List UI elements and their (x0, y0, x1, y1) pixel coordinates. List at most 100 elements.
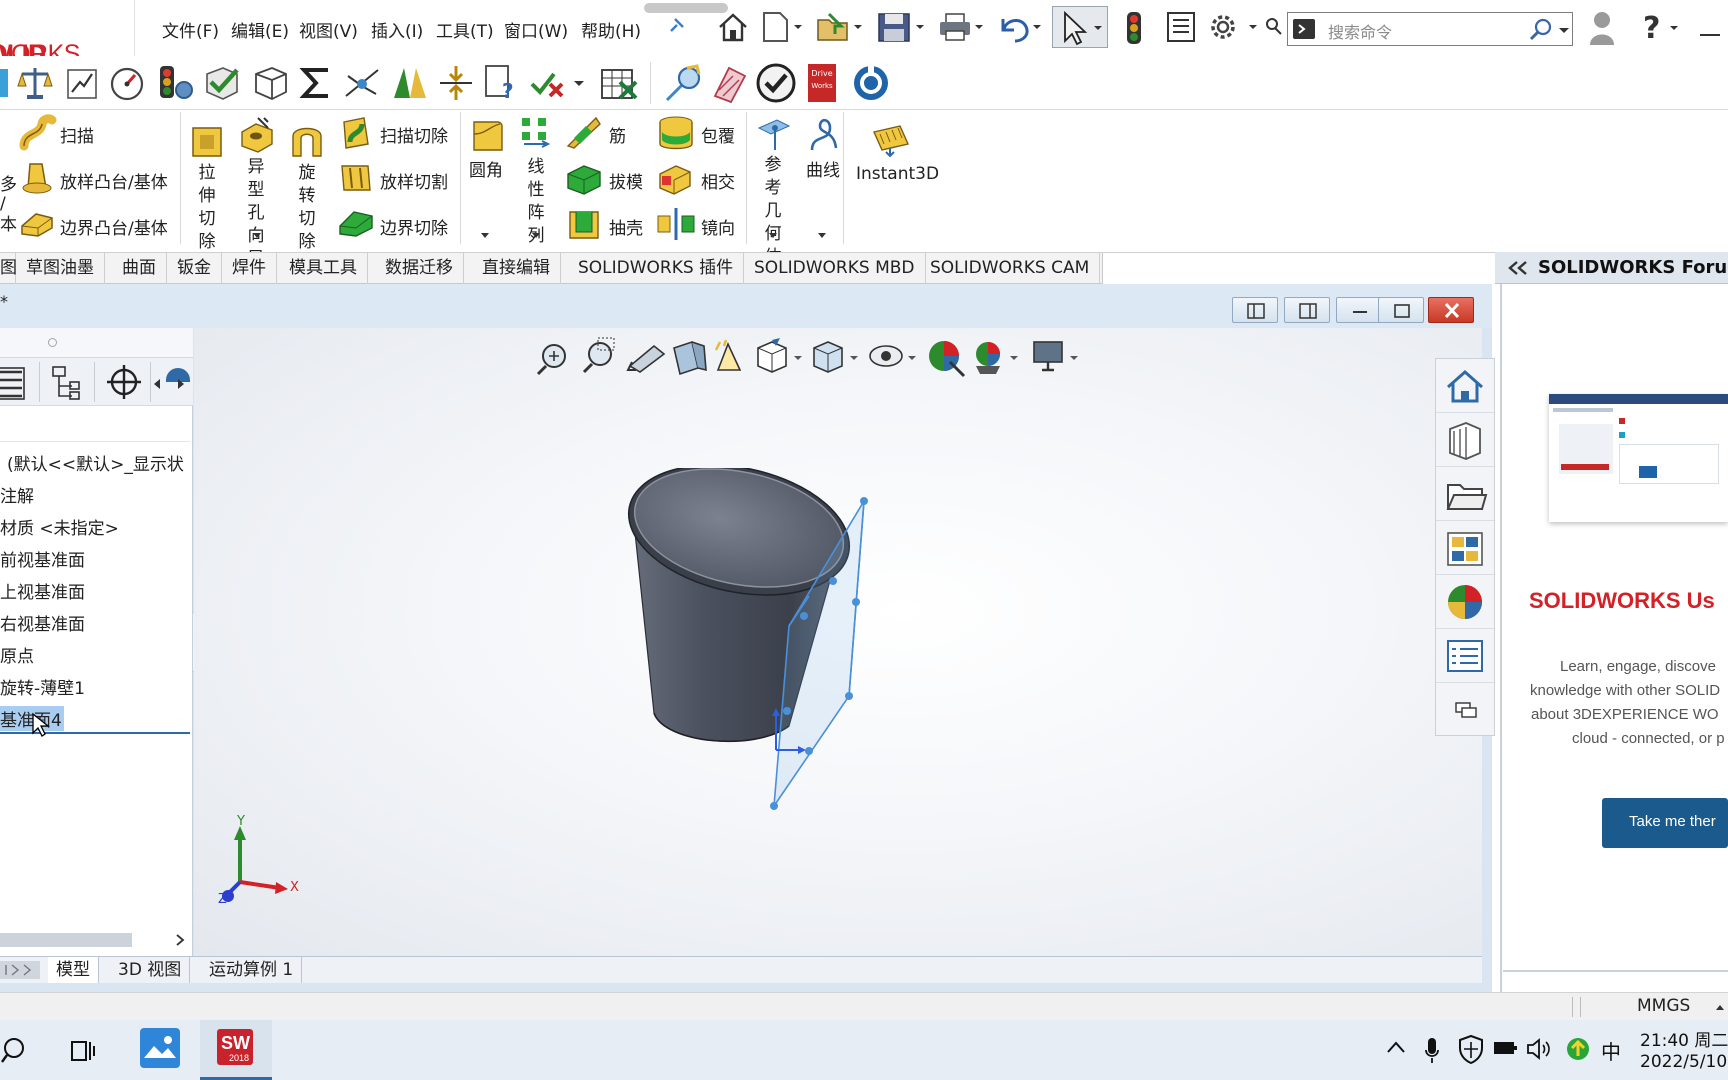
solidworks-logo[interactable]: OLIDWORKS (0, 0, 135, 68)
volume-speaker-icon[interactable] (1526, 1036, 1552, 1062)
tree-item-front-plane[interactable]: 前视基准面 (0, 546, 85, 571)
fillet-icon[interactable] (470, 116, 504, 154)
section-properties-icon[interactable] (709, 62, 751, 104)
mirror-label[interactable]: 镜向 (701, 214, 735, 239)
user-icon[interactable] (1587, 9, 1617, 47)
loft-cut-label[interactable]: 放样切割 (380, 168, 448, 193)
chevron-down-icon[interactable] (1558, 27, 1570, 35)
new-document-icon[interactable] (760, 10, 804, 44)
search-command-box[interactable]: 搜索命令 (1287, 12, 1573, 46)
property-manager-tab-icon[interactable] (50, 364, 82, 400)
tab-motion-study-1[interactable]: 运动算例 1 (201, 957, 303, 983)
chevron-down-icon[interactable] (252, 232, 262, 240)
tab-3d-views[interactable]: 3D 视图 (110, 957, 191, 983)
search-command-toggle-icon[interactable] (1265, 16, 1285, 38)
clock-time[interactable]: 21:40 周二 (1640, 1026, 1728, 1051)
driveworks-icon[interactable]: Drive Works (806, 62, 838, 104)
solidworks-taskbar-button[interactable]: SW 2018 (200, 1020, 272, 1080)
graphics-viewport[interactable]: Y X Z (194, 328, 1482, 956)
ime-status-icon[interactable] (1565, 1036, 1591, 1062)
check-model-icon[interactable] (201, 62, 243, 104)
mass-properties-icon[interactable] (0, 65, 12, 101)
tab-mold-tools[interactable]: 模具工具 (279, 253, 368, 284)
wrap-icon[interactable] (656, 114, 696, 152)
tab-surfaces[interactable]: 曲面 (112, 253, 167, 284)
design-checker-icon[interactable]: ? (482, 62, 522, 104)
rebuild-traffic-light-icon[interactable] (1122, 10, 1146, 46)
curves-label[interactable]: 曲线 (806, 156, 840, 181)
panel-horizontal-scrollbar[interactable] (0, 930, 190, 950)
menu-tools[interactable]: 工具(T) (436, 17, 494, 42)
panel-scroll-right-icon[interactable] (176, 378, 186, 390)
help-icon[interactable]: ? (1640, 10, 1684, 44)
tree-item-revolve-thin[interactable]: 旋转-薄壁1 (0, 674, 85, 699)
balance-icon[interactable] (16, 64, 54, 102)
sweep-cut-icon[interactable] (338, 114, 374, 152)
file-properties-icon[interactable] (1164, 10, 1198, 44)
appearances-scenes-icon[interactable] (1436, 575, 1494, 629)
rib-label[interactable]: 筋 (609, 122, 626, 147)
wrap-label[interactable]: 包覆 (701, 122, 735, 147)
menu-edit[interactable]: 编辑(E) (231, 17, 289, 42)
options-gear-icon[interactable] (1205, 9, 1261, 45)
forum-chat-icon[interactable] (1436, 683, 1494, 737)
compare-documents-icon[interactable] (528, 62, 588, 104)
minimize-icon[interactable] (1700, 34, 1720, 36)
mirror-icon[interactable] (656, 206, 696, 242)
sweep-icon[interactable] (18, 114, 58, 152)
tile-horizontal-button[interactable] (1284, 297, 1330, 323)
performance-gauge-icon[interactable] (108, 64, 146, 102)
task-view-icon[interactable] (70, 1036, 100, 1066)
evaluate-check-icon[interactable] (755, 62, 797, 104)
draft-icon[interactable] (566, 160, 602, 196)
panel-scroll-left-icon[interactable] (152, 378, 162, 390)
clock-date[interactable]: 2022/5/10 (1640, 1052, 1727, 1072)
tile-vertical-button[interactable] (1232, 297, 1278, 323)
tree-item-right-plane[interactable]: 右视基准面 (0, 610, 85, 635)
tab-scroll-arrows[interactable] (0, 961, 40, 979)
photos-app-icon[interactable] (140, 1028, 180, 1068)
print-icon[interactable] (937, 10, 987, 44)
menu-view[interactable]: 视图(V) (299, 17, 358, 42)
menu-window[interactable]: 窗口(W) (504, 17, 568, 42)
revolve-cut-icon[interactable] (289, 122, 325, 160)
menu-insert[interactable]: 插入(I) (371, 17, 423, 42)
hole-wizard-icon[interactable] (238, 116, 276, 154)
tray-chevron-up-icon[interactable] (1386, 1040, 1406, 1054)
collapse-pane-chevron-icon[interactable] (1507, 260, 1529, 276)
fillet-label[interactable]: 圆角 (469, 156, 503, 181)
rollback-bar[interactable] (0, 732, 190, 734)
custom-properties-icon[interactable] (1436, 629, 1494, 683)
feature-tree-tab-icon[interactable] (0, 364, 36, 400)
instant3d-icon[interactable] (870, 122, 912, 158)
battery-icon[interactable] (1492, 1038, 1518, 1058)
scroll-right-chevron-icon[interactable] (175, 933, 185, 947)
measure-icon[interactable] (663, 62, 705, 104)
document-maximize-button[interactable] (1378, 297, 1424, 323)
chevron-down-icon[interactable] (480, 232, 490, 240)
tree-item-annotations[interactable]: 注解 (0, 482, 34, 507)
tree-item-origin[interactable]: 原点 (0, 642, 34, 667)
file-explorer-folder-icon[interactable] (1436, 467, 1494, 521)
configuration-manager-crosshair-icon[interactable] (106, 364, 142, 400)
filter-row[interactable] (0, 406, 190, 442)
interference-detection-icon[interactable] (250, 62, 290, 104)
security-shield-icon[interactable] (1458, 1034, 1484, 1064)
tree-item-top-plane[interactable]: 上视基准面 (0, 578, 85, 603)
excel-export-icon[interactable] (598, 62, 640, 104)
boundary-boss-label[interactable]: 边界凸台/基体 (60, 214, 168, 239)
tab-direct-editing[interactable]: 直接编辑 (472, 253, 561, 284)
tab-weldments[interactable]: 焊件 (222, 253, 277, 284)
scrollbar-thumb[interactable] (0, 933, 132, 947)
ime-language-indicator[interactable]: 中 (1601, 1036, 1621, 1065)
unit-system[interactable]: MMGS (1637, 996, 1690, 1016)
search-icon[interactable] (1526, 17, 1556, 43)
loft-boss-label[interactable]: 放样凸台/基体 (60, 168, 168, 193)
equations-sigma-icon[interactable] (298, 62, 334, 104)
draft-label[interactable]: 拔模 (609, 168, 643, 193)
take-me-there-button[interactable]: Take me ther (1602, 798, 1728, 848)
tree-item-configuration[interactable]: (默认<<默认>_显示状 (7, 450, 184, 475)
units-chevron-up-icon[interactable] (1715, 1003, 1725, 1011)
taskbar-search-icon[interactable] (0, 1036, 30, 1066)
deviation-analysis-icon[interactable] (342, 62, 382, 104)
